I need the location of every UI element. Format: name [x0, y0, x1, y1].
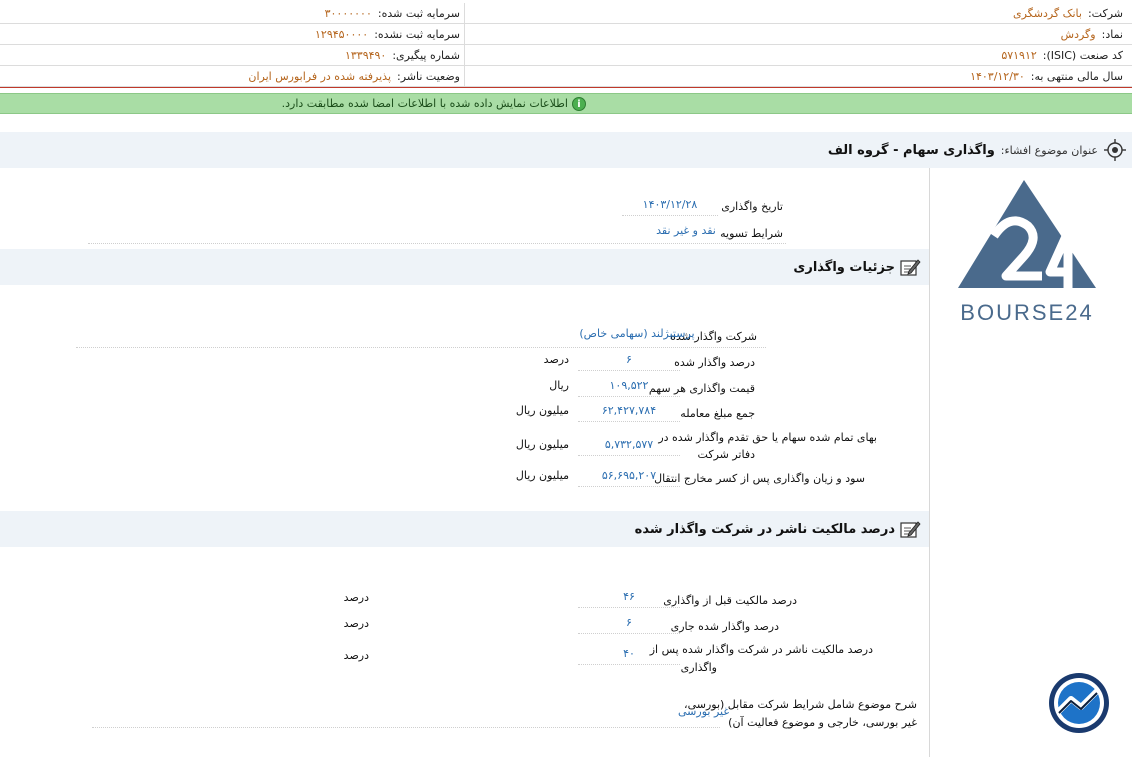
- banner-text: اطلاعات نمایش داده شده با اطلاعات امضا ش…: [281, 97, 568, 110]
- bourse24-logo-icon: BOURSE24: [958, 180, 1096, 325]
- detail-label: بهای تمام شده سهام یا حق تقدم واگذار شده…: [658, 431, 877, 444]
- tracking-label: شماره پیگیری:: [392, 49, 460, 62]
- edit-icon: [900, 521, 921, 538]
- subject-title: واگذاری سهام - گروه الف: [827, 142, 995, 158]
- detail-unit: میلیون ریال: [515, 404, 569, 417]
- signature-match-banner: i اطلاعات نمایش داده شده با اطلاعات امضا…: [0, 93, 1132, 114]
- subject-label: عنوان موضوع افشاء:: [1000, 143, 1098, 157]
- detail-label-line2: دفاتر شرکت: [697, 448, 755, 461]
- header-row-isic: کد صنعت (ISIC): ۵۷۱۹۱۲ شماره پیگیری: ۱۳۳۹۴…: [0, 45, 1132, 66]
- symbol-value[interactable]: وگردش: [1061, 28, 1096, 41]
- disclosure-subject-bar: عنوان موضوع افشاء: واگذاری سهام - گروه ا…: [0, 132, 1132, 168]
- fiscal-value: ۱۴۰۳/۱۲/۳۰: [970, 70, 1025, 83]
- company-header: شرکت: بانک گردشگری سرمایه ثبت شده: ۳۰۰۰۰۰۰…: [0, 0, 1132, 88]
- capital-registered-value: ۳۰۰۰۰۰۰۰: [324, 7, 372, 20]
- capital-registered-label: سرمایه ثبت شده:: [377, 7, 460, 20]
- detail-unit: میلیون ریال: [515, 438, 569, 451]
- header-row-fiscal: سال مالی منتهی به: ۱۴۰۳/۱۲/۳۰ وضعیت ناشر:…: [0, 66, 1132, 87]
- ownership-label: درصد مالکیت قبل از واگذاری: [663, 594, 797, 607]
- detail-unit: میلیون ریال: [515, 469, 569, 482]
- chart-badge-icon[interactable]: [1047, 671, 1111, 735]
- detail-label: جمع مبلغ معامله: [680, 407, 755, 420]
- detail-unit: ریال: [549, 379, 569, 392]
- ownership-row-before: درصد مالکیت قبل از واگذاری ۴۶ درصد: [0, 588, 929, 612]
- detail-value: ۵۶,۶۹۵,۲۰۷: [578, 467, 680, 487]
- detail-row-share-price: قیمت واگذاری هر سهم ۱۰۹,۵۲۲ ریال: [0, 377, 929, 401]
- header-row-symbol: نماد: وگردش سرمایه ثبت نشده: ۱۲۹۴۵۰۰۰۰: [0, 24, 1132, 45]
- isic-value: ۵۷۱۹۱۲: [1001, 49, 1037, 62]
- target-icon: [1104, 139, 1126, 161]
- ownership-value: ۶: [578, 614, 680, 634]
- ownership-label: درصد مالکیت ناشر در شرکت واگذار شده پس ا…: [649, 643, 873, 656]
- ownership-row-current: درصد واگذار شده جاری ۶ درصد: [0, 614, 929, 638]
- ownership-label: درصد واگذار شده جاری: [670, 620, 779, 633]
- publisher-status-label: وضعیت ناشر:: [397, 70, 460, 83]
- transfer-date-row: تاریخ واگذاری ۱۴۰۳/۱۲/۲۸: [0, 196, 929, 220]
- divider: [76, 347, 766, 348]
- detail-unit: درصد: [543, 353, 569, 366]
- divider: [88, 243, 786, 244]
- description-value: غیر بورسی: [678, 705, 730, 718]
- settlement-label: شرایط تسویه: [720, 227, 783, 240]
- settlement-value: نقد و غیر نقد: [656, 224, 716, 237]
- isic-label: کد صنعت (ISIC):: [1042, 49, 1123, 62]
- publisher-status-value: پذیرفته شده در فرابورس ایران: [248, 70, 392, 83]
- counterparty-description-row: شرح موضوع شامل شرایط شرکت مقابل (بورسی، …: [0, 695, 929, 735]
- detail-value: پرستیژلند (سهامی خاص): [579, 327, 695, 340]
- divider: [92, 727, 720, 728]
- detail-value: ۶: [578, 351, 680, 371]
- transfer-date-value: ۱۴۰۳/۱۲/۲۸: [622, 196, 718, 216]
- ownership-unit: درصد: [343, 591, 369, 604]
- transfer-date-label: تاریخ واگذاری: [721, 200, 783, 213]
- company-value[interactable]: بانک گردشگری: [1013, 7, 1082, 20]
- detail-value: ۶۲,۴۲۷,۷۸۴: [578, 402, 680, 422]
- detail-row-cost: بهای تمام شده سهام یا حق تقدم واگذار شده…: [0, 428, 929, 468]
- detail-label: درصد واگذار شده: [674, 356, 755, 369]
- ownership-section-header: درصد مالکیت ناشر در شرکت واگذار شده: [0, 511, 929, 547]
- header-row-company: شرکت: بانک گردشگری سرمایه ثبت شده: ۳۰۰۰۰۰۰…: [0, 3, 1132, 24]
- logo-text: BOURSE24: [960, 300, 1093, 325]
- capital-unregistered-value: ۱۲۹۴۵۰۰۰۰: [315, 28, 369, 41]
- detail-row-total: جمع مبلغ معامله ۶۲,۴۲۷,۷۸۴ میلیون ریال: [0, 402, 929, 426]
- detail-value: ۱۰۹,۵۲۲: [578, 377, 680, 397]
- details-section-header: جزئیات واگذاری: [0, 249, 929, 285]
- ownership-title: درصد مالکیت ناشر در شرکت واگذار شده: [634, 521, 895, 537]
- detail-row-percent: درصد واگذار شده ۶ درصد: [0, 351, 929, 375]
- detail-label: سود و زیان واگذاری پس از کسر مخارج انتقا…: [654, 472, 865, 485]
- company-label: شرکت:: [1087, 7, 1123, 20]
- symbol-label: نماد:: [1101, 28, 1123, 41]
- detail-row-company: شرکت واگذار شده پرستیژلند (سهامی خاص): [0, 325, 929, 349]
- detail-row-profit: سود و زیان واگذاری پس از کسر مخارج انتقا…: [0, 467, 929, 491]
- ownership-row-after: درصد مالکیت ناشر در شرکت واگذار شده پس ا…: [0, 641, 929, 681]
- ownership-label-line2: واگذاری: [680, 661, 717, 674]
- ownership-value: ۴۰: [578, 645, 680, 665]
- description-label-line2: غیر بورسی، خارجی و موضوع فعالیت آن): [728, 716, 917, 729]
- detail-value: ۵,۷۳۲,۵۷۷: [578, 436, 680, 456]
- edit-icon: [900, 259, 921, 276]
- capital-unregistered-label: سرمایه ثبت نشده:: [374, 28, 460, 41]
- ownership-unit: درصد: [343, 649, 369, 662]
- tracking-value: ۱۳۳۹۴۹۰: [344, 49, 387, 62]
- side-panel: BOURSE24: [929, 168, 1132, 757]
- ownership-value: ۴۶: [578, 588, 680, 608]
- fiscal-label: سال مالی منتهی به:: [1030, 70, 1123, 83]
- info-icon: i: [572, 96, 586, 111]
- ownership-unit: درصد: [343, 617, 369, 630]
- details-title: جزئیات واگذاری: [793, 259, 895, 275]
